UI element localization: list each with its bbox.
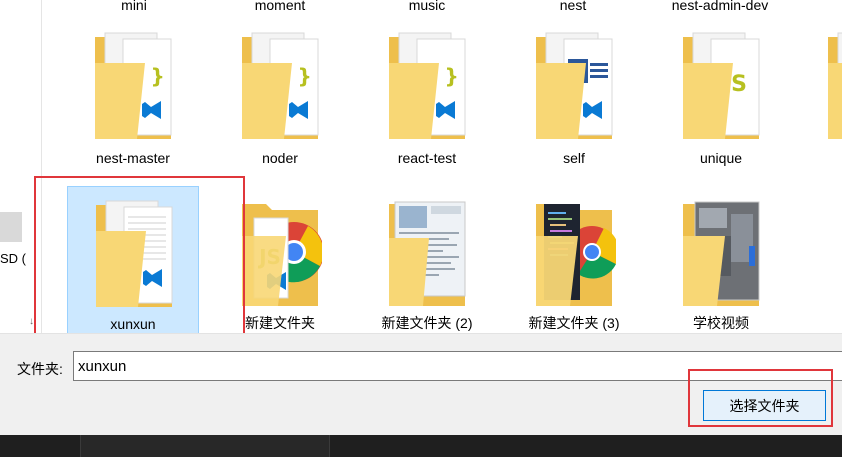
folder-label: v2ra bbox=[800, 150, 842, 166]
folder-field-label: 文件夹: bbox=[17, 361, 63, 377]
nav-scroll-thumb[interactable] bbox=[0, 212, 22, 242]
folder-item-new-folder[interactable]: JS 新建文件夹 bbox=[214, 186, 346, 333]
navigation-pane: SD ( ↓ bbox=[0, 0, 42, 333]
taskbar bbox=[0, 435, 842, 457]
folder-label: nest-master bbox=[96, 150, 170, 166]
folder-item-v2ra[interactable]: v2ra bbox=[800, 19, 842, 169]
folder-item-new-folder-3[interactable]: 新建文件夹 (3) bbox=[508, 186, 640, 333]
folder-code-icon: { } bbox=[389, 32, 466, 139]
folder-label-mini[interactable]: mini bbox=[74, 0, 194, 13]
folder-video-icon bbox=[683, 201, 760, 306]
folder-grid: mini moment music nest nest-admin-dev ne… bbox=[42, 0, 842, 333]
folder-label: xunxun bbox=[110, 316, 156, 332]
folder-label: unique bbox=[699, 150, 743, 166]
folder-label: 新建文件夹 (3) bbox=[528, 315, 620, 331]
folder-label-music[interactable]: music bbox=[367, 0, 487, 13]
folder-item-unique[interactable]: JS unique bbox=[655, 19, 787, 169]
folder-label: 新建文件夹 (2) bbox=[381, 315, 473, 331]
folder-item-new-folder-2[interactable]: 新建文件夹 (2) bbox=[361, 186, 493, 333]
folder-label-nest-admin-dev[interactable]: nest-admin-dev bbox=[660, 0, 780, 13]
folder-label-nest[interactable]: nest bbox=[513, 0, 633, 13]
folder-code-icon: { } bbox=[95, 32, 172, 139]
folder-item-nest-master[interactable]: { } nest-master bbox=[67, 19, 199, 169]
scroll-down-arrow-icon[interactable]: ↓ bbox=[29, 316, 34, 327]
folder-document-icon bbox=[96, 200, 173, 307]
folder-label: 新建文件夹 bbox=[245, 315, 315, 331]
folder-label: react-test bbox=[397, 150, 457, 166]
folder-label: 学校视频 bbox=[693, 315, 749, 331]
folder-name-input[interactable] bbox=[73, 351, 842, 381]
folder-label-moment[interactable]: moment bbox=[220, 0, 340, 13]
select-folder-button[interactable]: 选择文件夹 bbox=[703, 390, 826, 421]
nav-drive-item[interactable]: SD ( bbox=[0, 251, 42, 266]
folder-code-icon: { } bbox=[242, 32, 319, 139]
folder-js-icon: JS bbox=[683, 32, 760, 139]
folder-item-school-video[interactable]: 学校视频 bbox=[655, 186, 787, 333]
folder-item-noder[interactable]: { } noder bbox=[214, 19, 346, 169]
folder-item-react-test[interactable]: { } react-test bbox=[361, 19, 493, 169]
folder-js-chrome-icon: JS bbox=[242, 204, 322, 306]
nav-scrollbar[interactable] bbox=[0, 0, 42, 333]
folder-label-ne[interactable]: ne bbox=[807, 0, 842, 13]
folder-word-icon: W bbox=[536, 32, 613, 139]
folder-label: noder bbox=[262, 150, 298, 166]
folder-screenshot-icon bbox=[389, 201, 466, 306]
folder-label: self bbox=[563, 150, 585, 166]
folder-icon bbox=[828, 32, 842, 139]
folder-item-xunxun[interactable]: xunxun bbox=[67, 186, 199, 333]
taskbar-app-slot[interactable] bbox=[80, 435, 330, 457]
dialog-bottom-panel: 文件夹: 选择文件夹 bbox=[0, 333, 842, 435]
folder-code-chrome-icon bbox=[536, 204, 616, 306]
folder-item-self[interactable]: W self bbox=[508, 19, 640, 169]
